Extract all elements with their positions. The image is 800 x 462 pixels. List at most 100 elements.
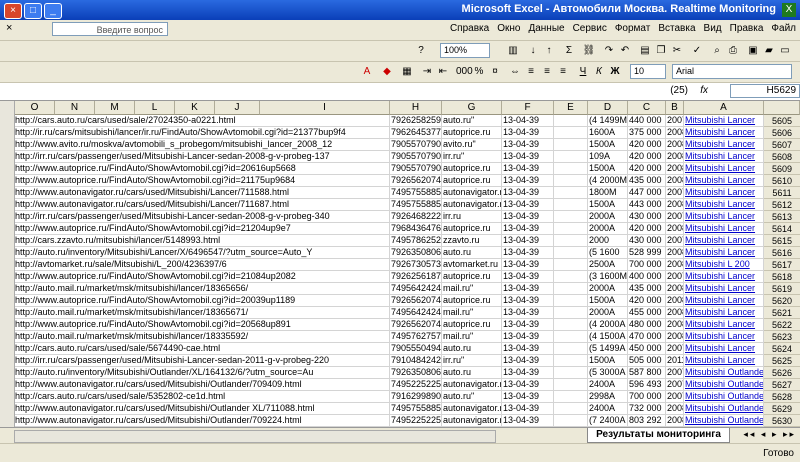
row-header[interactable]: 5623 [764,331,800,343]
cell-name[interactable]: Mitsubishi Outlander [684,403,764,415]
cell-year[interactable]: 2007 [666,271,684,283]
cell-km[interactable] [554,415,588,427]
cell-eng[interactable]: 2000A [588,211,628,223]
cell-year[interactable]: 2007 [666,391,684,403]
cell-name[interactable]: Mitsubishi Lancer [684,115,764,127]
align-center-icon[interactable]: ≡ [540,65,554,79]
cell-name[interactable]: Mitsubishi Lancer [684,163,764,175]
cell-year[interactable]: 2008 [666,415,684,427]
close-window-button[interactable]: × [4,3,22,19]
minimize-window-button[interactable]: _ [44,3,62,19]
row-header[interactable]: 5625 [764,355,800,367]
cell-phone[interactable]: 79264682223 [390,211,442,223]
cell-year[interactable]: 2007 [666,235,684,247]
cell-date[interactable]: 13-04-39 [502,307,554,319]
cell-km[interactable] [554,319,588,331]
row-header[interactable]: 5614 [764,223,800,235]
row-header[interactable]: 5609 [764,163,800,175]
row-header[interactable]: 5629 [764,403,800,415]
cell-km[interactable] [554,391,588,403]
cell-price[interactable]: 420 000 [628,139,666,151]
cell-price[interactable]: 455 000 [628,307,666,319]
cell-price[interactable]: 400 000 [628,271,666,283]
cell-km[interactable] [554,307,588,319]
cell-date[interactable]: 13-04-39 [502,211,554,223]
row-header[interactable]: 5628 [764,391,800,403]
fill-color-icon[interactable]: ◆ [380,65,394,79]
align-right-icon[interactable]: ≡ [524,65,538,79]
column-header[interactable]: G [442,101,502,115]
cell-year[interactable]: 2008 [666,139,684,151]
cell-phone[interactable]: 74957558855 [390,199,442,211]
cell-site[interactable]: autonavigator.ru" [442,415,502,427]
cell-eng[interactable]: 1500A [588,355,628,367]
cell-year[interactable]: 2011 [666,355,684,367]
cell-url[interactable]: http://www.autoprice.ru/FindAuto/ShowAvt… [14,295,390,307]
column-header[interactable]: C [628,101,666,115]
cell-eng[interactable]: 1500A [588,139,628,151]
cell-km[interactable] [554,379,588,391]
cell-url[interactable]: http://irr.ru/cars/passenger/used/Mitsub… [14,211,390,223]
font-size-select[interactable]: 10 [630,64,666,79]
cell-year[interactable]: 2007 [666,367,684,379]
cell-site[interactable]: autoprice.ru [442,319,502,331]
cell-km[interactable] [554,355,588,367]
cell-site[interactable]: autoprice.ru [442,223,502,235]
select-all-corner[interactable] [764,101,800,115]
cell-date[interactable]: 13-04-39 [502,355,554,367]
help-search-input[interactable]: Введите вопрос [52,22,168,36]
cell-url[interactable]: http://www.autoprice.ru/FindAuto/ShowAvt… [14,223,390,235]
align-left-icon[interactable]: ≡ [556,65,570,79]
row-header[interactable]: 5613 [764,211,800,223]
cell-km[interactable] [554,151,588,163]
cell-km[interactable] [554,343,588,355]
cell-url[interactable]: http://auto.ru/inventory/Mitsubishi/Lanc… [14,247,390,259]
cell-price[interactable]: 420 000 [628,295,666,307]
cell-site[interactable]: irr.ru" [442,355,502,367]
row-header[interactable]: 5605 [764,115,800,127]
menu-item[interactable]: Файл [771,23,796,34]
cell-eng[interactable]: (4 1499M [588,115,628,127]
chart-icon[interactable]: ▥ [506,44,520,58]
cell-name[interactable]: Mitsubishi Lancer [684,307,764,319]
cell-price[interactable]: 440 000 [628,115,666,127]
cell-km[interactable] [554,235,588,247]
cell-year[interactable]: 2008 [666,127,684,139]
cell-url[interactable]: http://www.autonavigator.ru/cars/used/Mi… [14,187,390,199]
cell-phone[interactable]: 79262561878 [390,271,442,283]
menu-item[interactable]: Окно [497,23,520,34]
column-header[interactable]: F [502,101,554,115]
cell-name[interactable]: Mitsubishi Lancer [684,235,764,247]
cell-year[interactable]: 2008 [666,295,684,307]
column-header[interactable]: I [260,101,390,115]
cell-eng[interactable]: 2000A [588,223,628,235]
row-header[interactable]: 5618 [764,271,800,283]
cell-eng[interactable]: (4 1500A [588,331,628,343]
cell-url[interactable]: http://auto.ru/inventory/Mitsubishi/Outl… [14,367,390,379]
cell-price[interactable]: 430 000 [628,211,666,223]
cell-km[interactable] [554,127,588,139]
font-name-select[interactable]: Arial [672,64,792,79]
sort-asc-icon[interactable]: ↑ [542,44,556,58]
cell-km[interactable] [554,331,588,343]
cell-phone[interactable]: 79055504949 [390,343,442,355]
cell-price[interactable]: 700 000 [628,259,666,271]
cell-site[interactable]: avito.ru" [442,139,502,151]
cell-name[interactable]: Mitsubishi Outlander [684,379,764,391]
cell-date[interactable]: 13-04-39 [502,319,554,331]
cell-phone[interactable]: 79267305730 [390,259,442,271]
cell-price[interactable]: 447 000 [628,187,666,199]
cell-url[interactable]: http://avtomarket.ru/sale/Mitsubishi/L_2… [14,259,390,271]
cell-url[interactable]: http://www.autoprice.ru/FindAuto/ShowAvt… [14,319,390,331]
cell-date[interactable]: 13-04-39 [502,283,554,295]
cell-site[interactable]: irr.ru" [442,151,502,163]
menu-item[interactable]: Вставка [658,23,695,34]
column-header[interactable]: D [588,101,628,115]
cell-phone[interactable]: 79104842421 [390,355,442,367]
cell-year[interactable]: 2007 [666,343,684,355]
cell-name[interactable]: Mitsubishi Lancer [684,187,764,199]
cell-name[interactable]: Mitsubishi Lancer [684,223,764,235]
cell-date[interactable]: 13-04-39 [502,295,554,307]
cell-price[interactable]: 435 000 [628,283,666,295]
cell-price[interactable]: 435 000 [628,175,666,187]
